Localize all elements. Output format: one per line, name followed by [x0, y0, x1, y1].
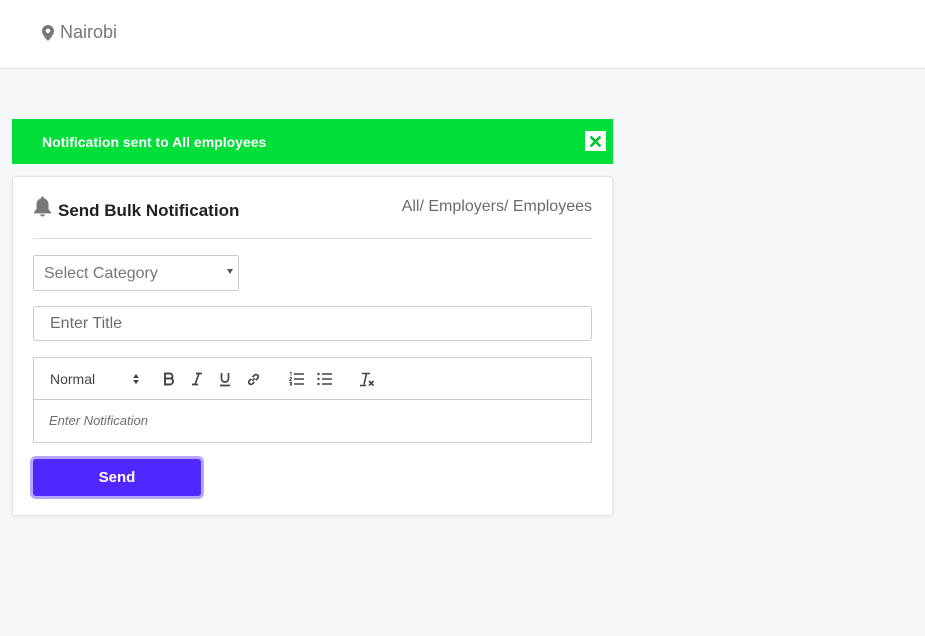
card-header: Send Bulk Notification All/ Employers/ E…: [33, 196, 592, 239]
bell-icon: [34, 196, 51, 217]
clear-format-icon: [360, 372, 375, 386]
close-icon: [590, 135, 601, 147]
bold-icon: [164, 372, 174, 386]
format-select-value: Normal: [50, 371, 96, 387]
alert-message: Notification sent to All employees: [42, 133, 267, 150]
title-input[interactable]: [33, 306, 592, 341]
caret-down-icon: [227, 269, 233, 274]
notification-placeholder: Enter Notification: [49, 413, 148, 428]
notification-input[interactable]: Enter Notification: [34, 400, 591, 442]
breadcrumb: All/ Employers/ Employees: [401, 198, 592, 215]
card-title: Send Bulk Notification: [33, 196, 239, 220]
clear-format-button[interactable]: [358, 358, 376, 400]
italic-button[interactable]: [188, 358, 206, 400]
editor-toolbar: Normal: [34, 358, 591, 400]
map-marker-icon: [42, 24, 54, 41]
bold-button[interactable]: [160, 358, 178, 400]
alert-close-button[interactable]: [585, 131, 606, 151]
send-button[interactable]: Send: [33, 459, 201, 496]
italic-icon: [192, 372, 202, 386]
bulk-notification-card: Send Bulk Notification All/ Employers/ E…: [12, 176, 613, 516]
location-label: Nairobi: [60, 22, 118, 42]
location: Nairobi: [42, 22, 117, 43]
underline-icon: [220, 372, 230, 386]
ordered-list-icon: [288, 372, 304, 386]
link-button[interactable]: [244, 358, 262, 400]
category-select-value: Select Category: [44, 265, 158, 282]
format-select[interactable]: Normal: [50, 358, 140, 400]
underline-button[interactable]: [216, 358, 234, 400]
top-bar: Nairobi: [0, 0, 925, 69]
card-title-text: Send Bulk Notification: [58, 200, 240, 220]
bullet-list-icon: [316, 372, 332, 386]
notification-editor: Normal Enter Notification: [33, 357, 592, 443]
updown-icon: [133, 374, 139, 384]
link-icon: [247, 373, 259, 385]
bullet-list-button[interactable]: [315, 358, 333, 400]
ordered-list-button[interactable]: [287, 358, 305, 400]
category-select[interactable]: Select Category: [33, 255, 239, 291]
success-alert: Notification sent to All employees: [12, 119, 613, 164]
